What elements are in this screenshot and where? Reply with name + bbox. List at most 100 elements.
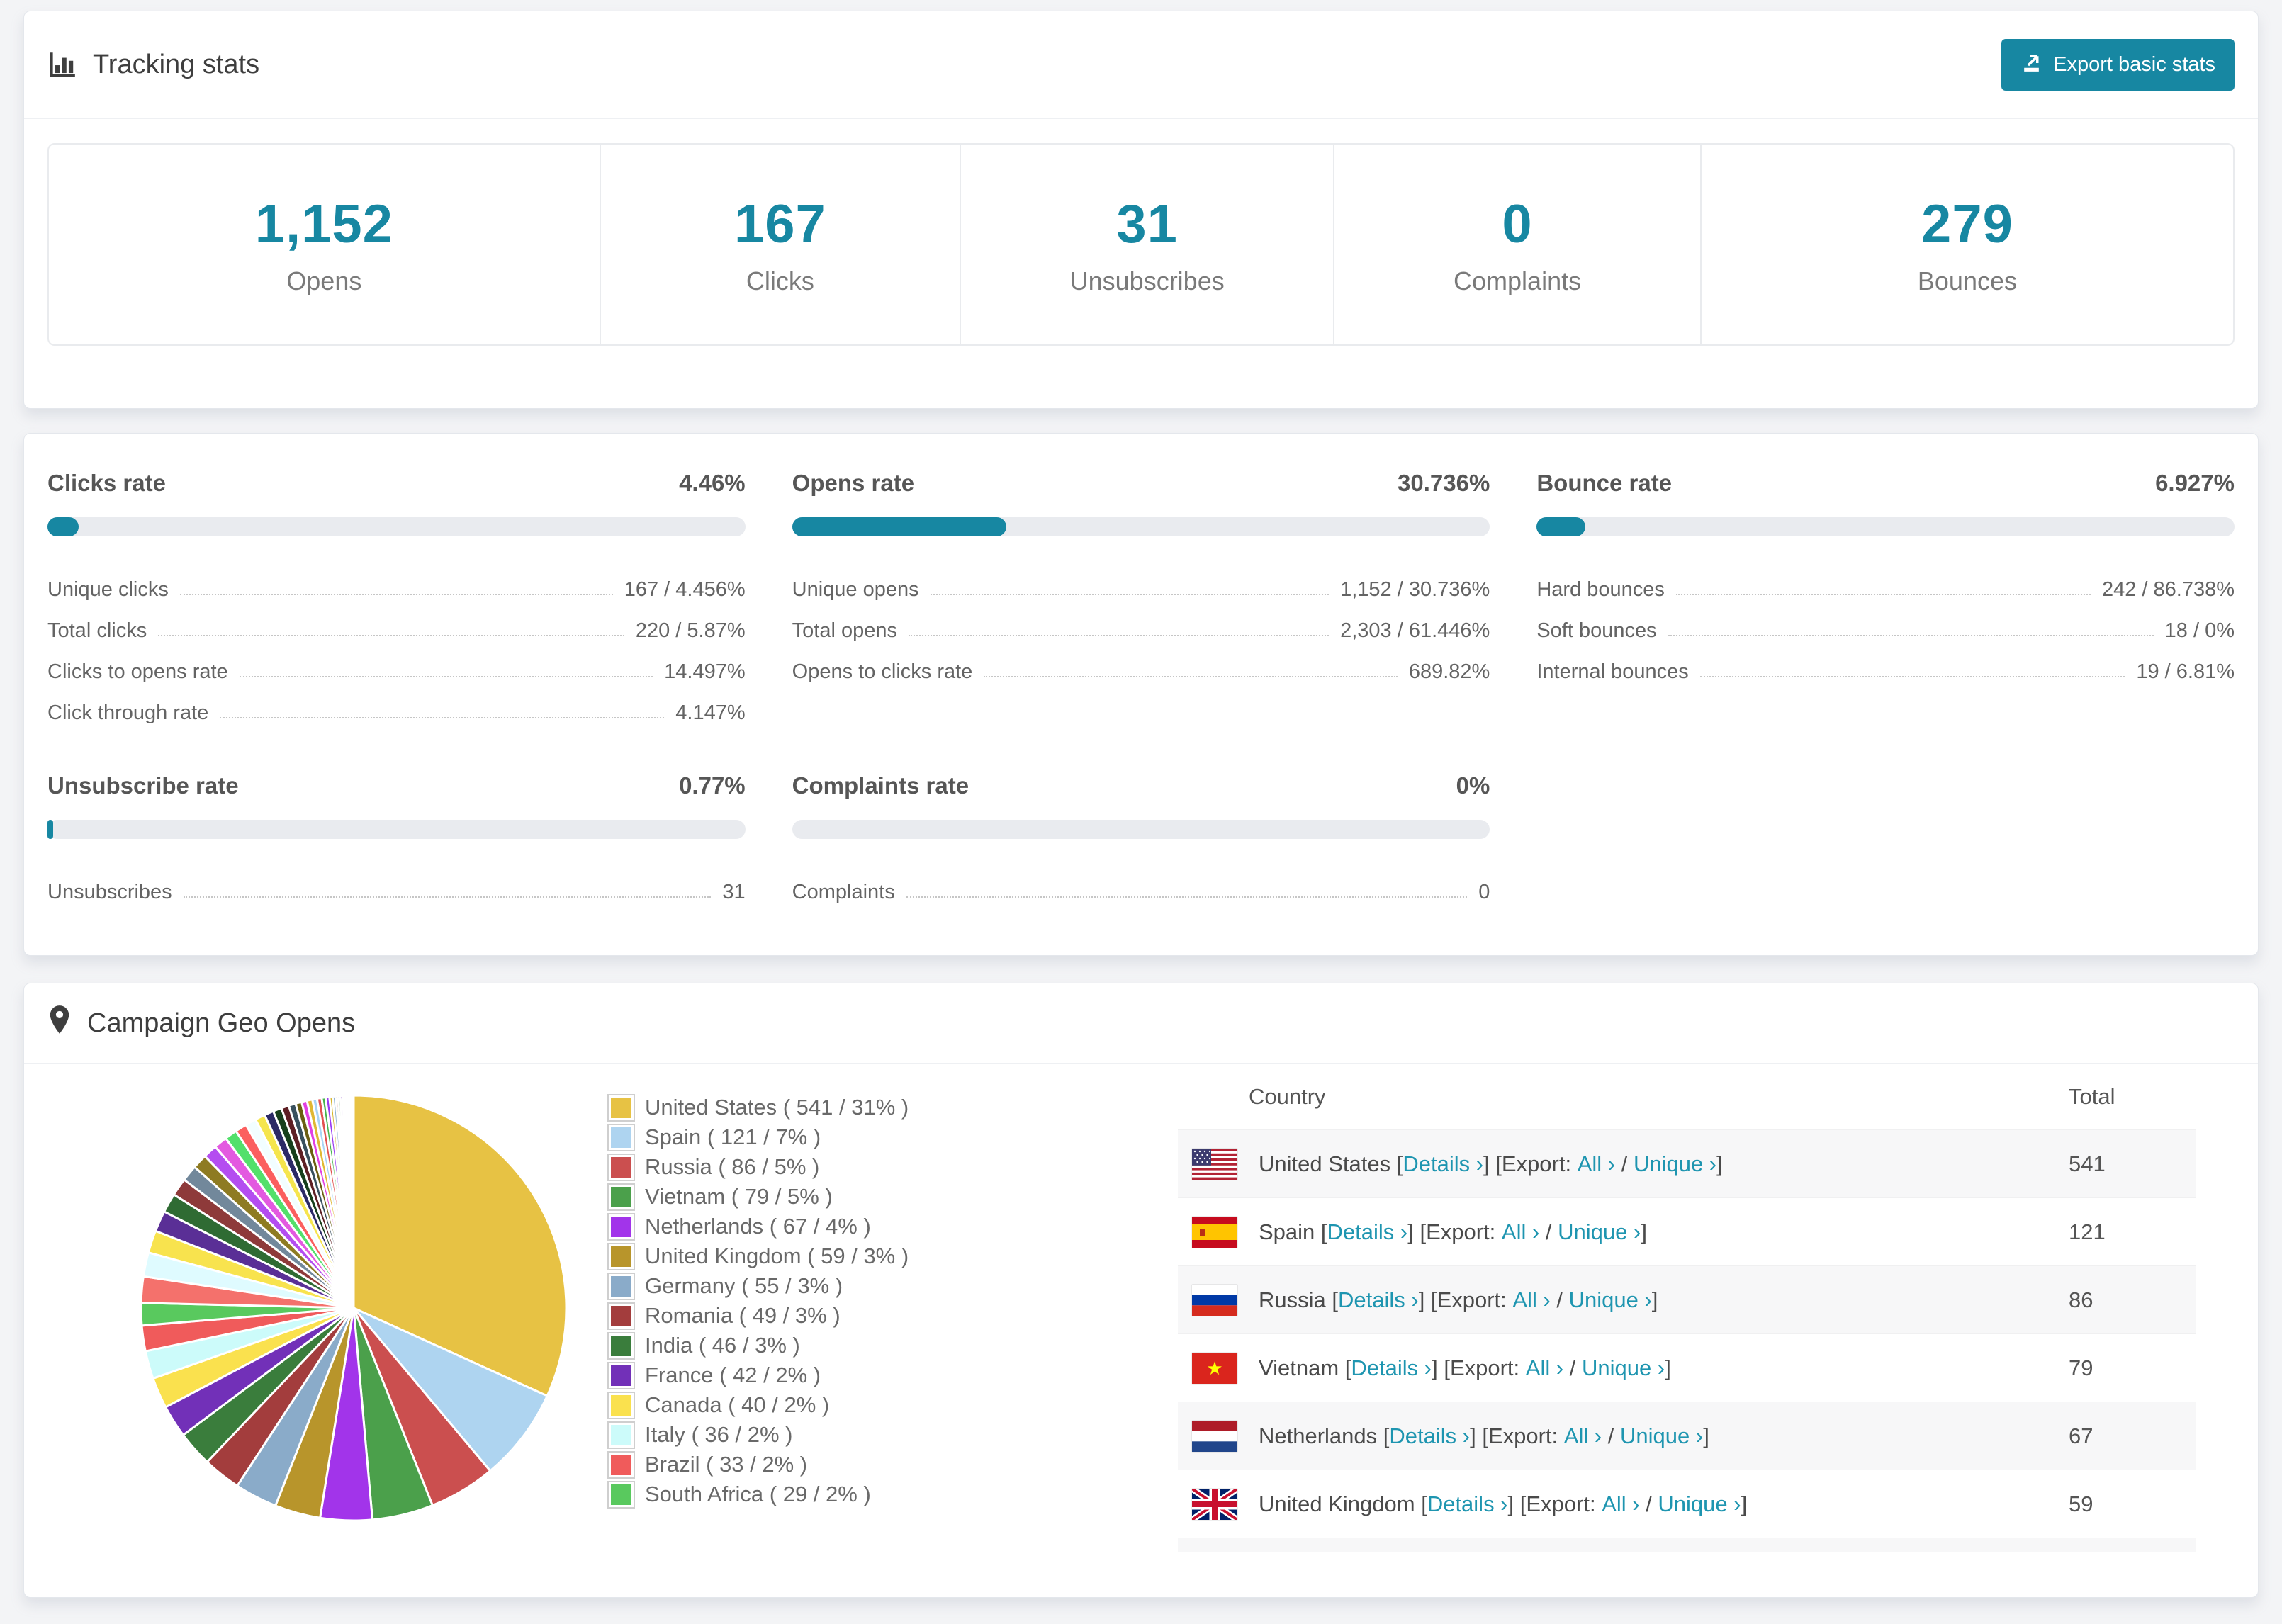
export-unique-link[interactable]: Unique › [1634, 1151, 1716, 1177]
legend-swatch [611, 1484, 631, 1505]
legend-swatch [611, 1454, 631, 1475]
export-unique-link[interactable]: Unique › [1558, 1219, 1641, 1245]
dotted-leader [179, 594, 613, 595]
rate-detail-label: Hard bounces [1536, 578, 1665, 601]
details-link[interactable]: Details › [1327, 1219, 1408, 1245]
rate-panel-header: Clicks rate 4.46% [47, 468, 746, 499]
legend-item-france: France ( 42 / 2% ) [611, 1360, 1178, 1390]
bracket: ] [Export: [1483, 1151, 1578, 1176]
export-button-label: Export basic stats [2053, 52, 2215, 76]
page-title: Tracking stats [47, 50, 259, 80]
rate-progress-fill [1536, 517, 1585, 536]
rate-detail-label: Total clicks [47, 619, 147, 642]
geo-table: Country Total United States [Details ›] … [1178, 1064, 2196, 1552]
rate-detail-label: Soft bounces [1536, 619, 1657, 642]
geo-header: Campaign Geo Opens [24, 983, 2258, 1064]
rate-progress-track [792, 517, 1490, 536]
rate-title: Opens rate [792, 470, 915, 496]
rate-panel-header: Unsubscribe rate 0.77% [47, 770, 746, 801]
legend-item-india: India ( 46 / 3% ) [611, 1331, 1178, 1360]
export-unique-link[interactable]: Unique › [1620, 1423, 1703, 1449]
bracket: [ [1377, 1423, 1390, 1448]
export-basic-stats-button[interactable]: Export basic stats [2001, 38, 2235, 91]
legend-swatch [611, 1216, 631, 1237]
table-row-gb: United Kingdom [Details ›] [Export: All … [1178, 1470, 2196, 1538]
rate-progress-fill [792, 517, 1007, 536]
slash: / [1615, 1151, 1634, 1176]
legend-label: Canada ( 40 / 2% ) [645, 1392, 830, 1417]
export-all-link[interactable]: All › [1526, 1355, 1563, 1381]
export-unique-link[interactable]: Unique › [1582, 1355, 1665, 1381]
details-link[interactable]: Details › [1427, 1492, 1508, 1517]
summary-value: 1,152 [254, 193, 393, 254]
legend-label: Brazil ( 33 / 2% ) [645, 1452, 808, 1477]
details-link[interactable]: Details › [1351, 1355, 1432, 1381]
export-all-link[interactable]: All › [1502, 1219, 1539, 1245]
legend-item-italy: Italy ( 36 / 2% ) [611, 1420, 1178, 1450]
legend-swatch [611, 1394, 631, 1416]
rate-detail-value: 2,303 / 61.446% [1340, 619, 1490, 642]
country-name: Netherlands [1259, 1423, 1378, 1448]
export-all-link[interactable]: All › [1578, 1151, 1615, 1177]
table-row-es: Spain [Details ›] [Export: All › / Uniqu… [1178, 1197, 2196, 1265]
details-link[interactable]: Details › [1403, 1151, 1483, 1177]
dotted-leader [239, 676, 653, 677]
legend-label: France ( 42 / 2% ) [645, 1363, 821, 1387]
country-flag-nl [1192, 1420, 1237, 1452]
rate-detail-row: Unique opens 1,152 / 30.736% [792, 560, 1490, 602]
legend-label: Spain ( 121 / 7% ) [645, 1124, 821, 1149]
table-row-vn: ★ Vietnam [Details ›] [Export: All › / Un… [1178, 1333, 2196, 1402]
rate-panel-unsubscribe-rate: Unsubscribe rate 0.77% Unsubscribes 31 [47, 770, 746, 904]
rate-detail-row: Unsubscribes 31 [47, 863, 746, 904]
rate-detail-row: Clicks to opens rate 14.497% [47, 643, 746, 684]
rate-detail-label: Unique clicks [47, 578, 169, 601]
export-unique-link[interactable]: Unique › [1658, 1492, 1741, 1517]
row-total: 121 [2069, 1219, 2106, 1244]
summary-value: 279 [1921, 193, 2013, 254]
export-all-link[interactable]: All › [1564, 1423, 1602, 1449]
summary-box-opens: 1,152 Opens [49, 145, 600, 344]
map-pin-icon [47, 1004, 72, 1042]
pie-slice-other [352, 1094, 355, 1309]
rate-progress-track [792, 820, 1490, 839]
export-all-link[interactable]: All › [1602, 1492, 1639, 1517]
bracket: ] [1741, 1491, 1748, 1516]
rate-detail-label: Internal bounces [1536, 660, 1689, 683]
bracket: ] [1665, 1355, 1671, 1380]
bracket: ] [Export: [1470, 1423, 1564, 1448]
rate-detail-row: Internal bounces 19 / 6.81% [1536, 643, 2235, 684]
summary-value: 167 [734, 193, 826, 254]
export-unique-link[interactable]: Unique › [1569, 1287, 1652, 1313]
geo-table-rows: United States [Details ›] [Export: All ›… [1178, 1129, 2196, 1552]
dotted-leader [908, 635, 1330, 636]
legend-item-brazil: Brazil ( 33 / 2% ) [611, 1450, 1178, 1479]
legend-label: Vietnam ( 79 / 5% ) [645, 1184, 833, 1209]
summary-label: Bounces [1917, 266, 2017, 295]
rate-title: Bounce rate [1536, 470, 1673, 496]
country-name: Russia [1259, 1287, 1326, 1312]
legend-item-united-states: United States ( 541 / 31% ) [611, 1093, 1178, 1122]
rate-detail-value: 18 / 0% [2164, 619, 2235, 642]
geo-table-col: Country Total United States [Details ›] … [1178, 1064, 2196, 1552]
geo-pie-wrap [47, 1064, 611, 1552]
row-total: 67 [2069, 1423, 2093, 1448]
details-link[interactable]: Details › [1389, 1423, 1470, 1449]
campaign-geo-opens-card: Campaign Geo Opens United States ( 541 /… [23, 983, 2259, 1598]
rate-title: Clicks rate [47, 470, 166, 496]
rates-card: Clicks rate 4.46% Unique clicks 167 / 4.456… [23, 433, 2259, 956]
rate-detail-label: Total opens [792, 619, 897, 642]
legend-item-united-kingdom: United Kingdom ( 59 / 3% ) [611, 1241, 1178, 1271]
rate-detail-row: Click through rate 4.147% [47, 684, 746, 725]
legend-swatch [611, 1424, 631, 1445]
row-total: 79 [2069, 1355, 2093, 1380]
row-total: 59 [2069, 1491, 2093, 1516]
bracket: ] [Export: [1407, 1219, 1502, 1244]
details-link[interactable]: Details › [1338, 1287, 1419, 1313]
rate-value: 6.927% [2155, 470, 2235, 496]
summary-box-bounces: 279 Bounces [1699, 145, 2233, 344]
rate-panel-bounce-rate: Bounce rate 6.927% Hard bounces 242 / 86.73… [1536, 468, 2235, 725]
rate-detail-value: 242 / 86.738% [2101, 578, 2235, 601]
export-all-link[interactable]: All › [1512, 1287, 1550, 1313]
bracket: ] [Export: [1507, 1491, 1602, 1516]
page-title-text: Tracking stats [93, 49, 260, 79]
